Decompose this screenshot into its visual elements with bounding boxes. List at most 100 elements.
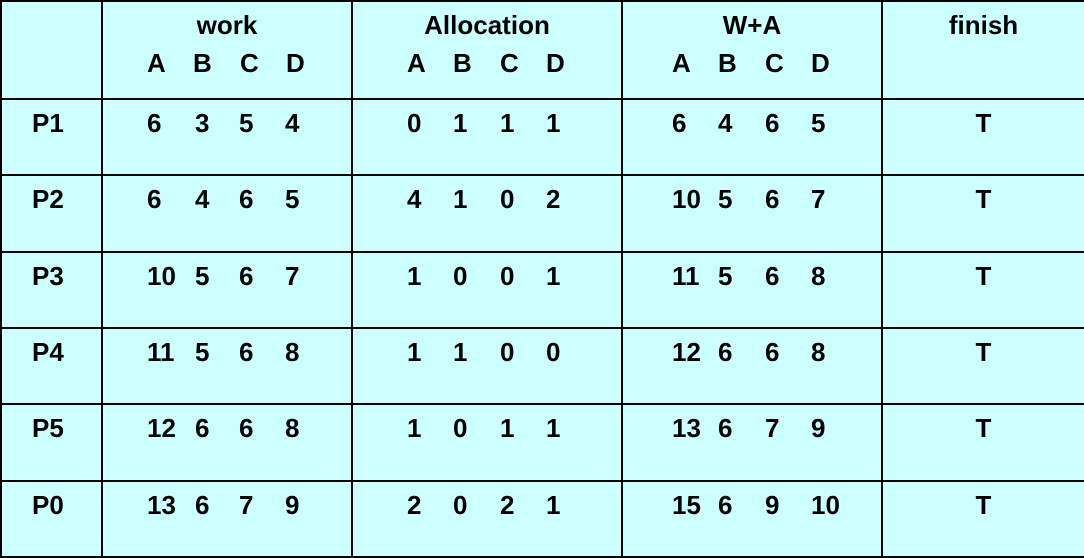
row-4-wa-cell: 13 6 7 9 [621, 403, 883, 482]
sub-label-b: B [193, 48, 212, 78]
wa-value-d: 8 [811, 260, 826, 291]
work-value-b: 5 [195, 336, 210, 367]
work-value-a: 13 [147, 489, 176, 520]
finish-cell: T [881, 97, 1084, 177]
sub-label-d: D [811, 48, 830, 78]
row-3-wa-cell: 12 6 6 8 [621, 326, 883, 406]
allocation-values: 41 02 [353, 184, 621, 224]
row-5-work-cell: 13 6 7 9 [101, 479, 353, 558]
safety-table-container: work A B C D Allocation A B C D W+A A B … [0, 0, 1084, 558]
process-cell: P5 [0, 403, 103, 482]
process-cell: P4 [0, 326, 103, 406]
wa-value-c: 6 [765, 260, 780, 291]
work-value-c: 6 [239, 336, 254, 367]
header-finish-title: finish [948, 10, 1019, 40]
row-2-work-cell: 10 5 6 7 [101, 250, 353, 329]
work-value-d: 8 [285, 336, 300, 367]
table-row: P0 13 6 7 9 2 0 2 1 15 6 9 10 T [0, 479, 1084, 558]
work-value-d: 9 [285, 489, 300, 520]
wa-value-b: 6 [718, 413, 733, 444]
allocation-value-c: 0 [500, 184, 515, 215]
wa-values: 15 6 9 10 [623, 490, 881, 530]
wa-value-b: 4 [718, 108, 733, 138]
work-value-d: 8 [285, 413, 300, 444]
process-name: P3 [32, 260, 64, 291]
wa-value-c: 7 [765, 413, 780, 444]
row-3-work-cell: 11 5 6 8 [101, 326, 353, 406]
wa-values: 12 6 6 8 [623, 337, 881, 377]
row-0-work-cell: 6 35 4 [101, 97, 353, 177]
wa-value-a: 10 [672, 184, 701, 215]
allocation-values: 0 1 1 1 [353, 108, 621, 148]
header-work-title: work [196, 10, 258, 40]
row-1-allocation-cell: 41 02 [351, 174, 623, 253]
work-value-c: 6 [239, 260, 254, 291]
work-value-a: 11 [147, 336, 175, 367]
process-cell: P1 [0, 97, 103, 177]
wa-value-b: 6 [718, 336, 733, 367]
sub-label-a: A [407, 48, 426, 78]
row-4-allocation-cell: 1011 [351, 403, 623, 482]
wa-value-d: 7 [811, 184, 826, 215]
wa-value-c: 6 [765, 108, 780, 138]
sub-label-c: C [240, 48, 259, 78]
work-values: 13 6 7 9 [103, 490, 351, 530]
wa-values: 13 6 7 9 [623, 413, 881, 453]
header-wa-sub: A B C D [623, 48, 881, 84]
sub-label-d: D [546, 48, 565, 78]
allocation-value-c: 1 [500, 413, 515, 444]
work-value-a: 6 [147, 108, 162, 138]
table-body: P1 6 3 5 4 0 1 1 1 6 4 6 5 T P2 6 4 6 5 4 1 0 2 10 5 6 7 T P3 10 5 6 7 1 0… [0, 97, 1084, 558]
row-5-wa-cell: 15 6 9 10 [621, 479, 883, 558]
finish-value: T [975, 184, 992, 215]
finish-cell: T [881, 479, 1084, 558]
allocation-value-d: 1 [546, 489, 561, 520]
sub-label-b: B [718, 48, 737, 78]
allocation-value-c: 0 [500, 336, 515, 367]
header-empty-cell [0, 0, 103, 100]
sub-label-d: D [286, 48, 305, 78]
wa-values: 11 5 6 8 [623, 261, 881, 301]
allocation-value-a: 0 [407, 108, 422, 138]
wa-value-b: 6 [718, 489, 733, 520]
work-value-c: 6 [239, 184, 254, 215]
wa-value-d: 5 [811, 108, 826, 138]
wa-value-d: 10 [811, 489, 840, 520]
work-value-b: 6 [195, 413, 210, 444]
allocation-value-d: 2 [546, 184, 561, 215]
allocation-value-c: 0 [500, 260, 515, 291]
work-value-a: 6 [147, 184, 162, 215]
process-name: P4 [32, 336, 64, 367]
row-2-wa-cell: 11 5 6 8 [621, 250, 883, 329]
allocation-value-a: 1 [407, 413, 422, 444]
finish-value: T [975, 108, 992, 138]
finish-cell: T [881, 326, 1084, 406]
table-row: P2 6 4 6 5 4 1 0 2 10 5 6 7 T [0, 174, 1084, 253]
process-cell: P2 [0, 174, 103, 253]
work-value-b: 3 [195, 108, 210, 138]
process-cell: P0 [0, 479, 103, 558]
work-value-b: 5 [195, 260, 210, 291]
allocation-value-a: 1 [407, 336, 422, 367]
table-row: P3 10 5 6 7 1 0 0 1 11 5 6 8 T [0, 250, 1084, 329]
wa-value-a: 11 [672, 260, 700, 291]
wa-value-a: 12 [672, 336, 701, 367]
work-values: 12 6 6 8 [103, 413, 351, 453]
allocation-value-d: 1 [546, 260, 561, 291]
wa-value-c: 6 [765, 184, 780, 215]
work-value-d: 7 [285, 260, 300, 291]
process-name: P2 [32, 184, 64, 215]
process-name: P5 [32, 413, 64, 444]
wa-value-a: 6 [672, 108, 687, 138]
wa-value-b: 5 [718, 260, 733, 291]
allocation-value-a: 1 [407, 260, 422, 291]
wa-value-c: 9 [765, 489, 780, 520]
finish-value: T [975, 413, 992, 444]
allocation-value-b: 0 [453, 489, 468, 520]
finish-value: T [975, 336, 992, 367]
finish-cell: T [881, 250, 1084, 329]
allocation-value-b: 1 [453, 336, 468, 367]
work-value-d: 4 [285, 108, 300, 138]
table-row: P4 11 5 6 8 1 1 0 0 12 6 6 8 T [0, 326, 1084, 406]
header-work-sub: A B C D [103, 48, 351, 84]
